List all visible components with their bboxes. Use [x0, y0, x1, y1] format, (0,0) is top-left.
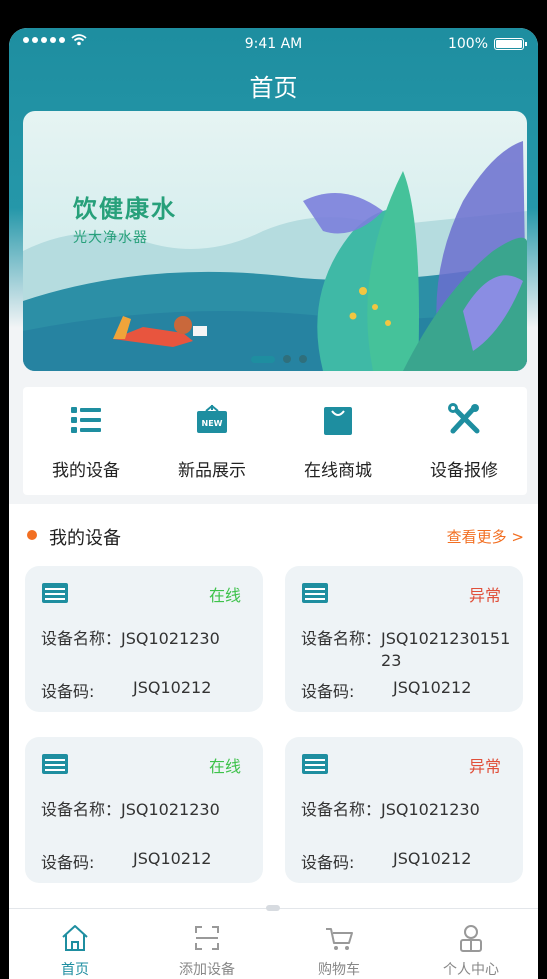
- device-code-value: JSQ10212: [133, 849, 212, 868]
- device-name-value: JSQ1021230: [121, 629, 220, 648]
- quick-action-label: 新品展示: [178, 461, 246, 481]
- device-status: 异常: [468, 757, 501, 776]
- device-code-label: 设备码:: [41, 682, 95, 701]
- device-icon: [302, 754, 328, 774]
- home-indicator: [266, 905, 280, 911]
- quick-action-label: 我的设备: [52, 461, 120, 481]
- carousel-indicator[interactable]: [251, 355, 307, 363]
- battery-percent: 100%: [447, 36, 488, 52]
- page-title: 首页: [249, 74, 298, 102]
- tab-label: 个人中心: [443, 962, 499, 978]
- quick-action-repair[interactable]: 设备报修: [401, 387, 527, 495]
- home-icon: [62, 925, 88, 951]
- device-code-label: 设备码:: [301, 853, 355, 872]
- quick-action-online-store[interactable]: 在线商城: [275, 387, 401, 495]
- device-name-label: 设备名称：: [41, 800, 122, 819]
- tab-add-device[interactable]: 添加设备: [141, 909, 273, 979]
- section-header: 我的设备 查看更多 >: [9, 504, 538, 560]
- device-icon: [42, 583, 68, 603]
- quick-action-label: 在线商城: [304, 461, 372, 481]
- device-icon: [42, 754, 68, 774]
- tab-label: 添加设备: [179, 962, 235, 978]
- device-name-label: 设备名称：: [301, 629, 382, 648]
- user-icon: [460, 925, 482, 952]
- view-more-link[interactable]: 查看更多 >: [447, 526, 524, 547]
- quick-action-my-devices[interactable]: 我的设备: [23, 387, 149, 495]
- device-card[interactable]: 异常 设备名称：JSQ102123015123 设备码: JSQ10212: [285, 566, 523, 712]
- banner-subtitle: 光大净水器: [73, 230, 148, 246]
- device-card[interactable]: 在线 设备名称：JSQ1021230 设备码: JSQ10212: [25, 737, 263, 883]
- my-devices-section: 我的设备 查看更多 > 在线 设备名称：JSQ1021230 设备码: JSQ10…: [9, 504, 538, 924]
- device-name-label: 设备名称：: [301, 800, 382, 819]
- bottom-tab-bar: 首页 添加设备 购物车 个人中心: [9, 908, 538, 979]
- device-name-value: JSQ1021230: [121, 800, 220, 819]
- carousel-dot-active[interactable]: [251, 355, 275, 363]
- device-code-value: JSQ10212: [393, 849, 472, 868]
- banner-title: 饮健康水: [73, 195, 177, 223]
- scan-icon: [195, 926, 219, 950]
- device-icon: [302, 583, 328, 603]
- carousel-dot[interactable]: [299, 355, 307, 363]
- device-code-value: JSQ10212: [133, 678, 212, 697]
- phone-screen: 9:41 AM 100% 首页 饮健康水 光大净水器 我的设备 NEW 新品展示…: [9, 28, 538, 979]
- device-status: 异常: [468, 586, 501, 605]
- quick-action-label: 设备报修: [430, 461, 498, 481]
- device-code-value: JSQ10212: [393, 678, 472, 697]
- device-status: 在线: [208, 757, 241, 776]
- tab-profile[interactable]: 个人中心: [405, 909, 537, 979]
- section-dot: [27, 530, 37, 540]
- quick-actions: 我的设备 NEW 新品展示 在线商城 设备报修: [23, 387, 527, 495]
- device-name-label: 设备名称：: [41, 629, 122, 648]
- device-card[interactable]: 异常 设备名称：JSQ1021230 设备码: JSQ10212: [285, 737, 523, 883]
- device-code-label: 设备码:: [301, 682, 355, 701]
- shopping-bag-icon: [324, 407, 352, 435]
- device-name-value: JSQ1021230: [381, 800, 480, 819]
- cart-icon: [326, 928, 353, 950]
- status-bar: 9:41 AM 100%: [9, 34, 538, 56]
- device-name-value: JSQ102123015123: [381, 629, 511, 670]
- section-title: 我的设备: [49, 528, 121, 549]
- tab-home[interactable]: 首页: [9, 909, 141, 979]
- banner-carousel[interactable]: 饮健康水 光大净水器: [23, 111, 527, 371]
- battery-icon: [494, 38, 527, 50]
- carousel-dot[interactable]: [283, 355, 291, 363]
- tools-icon: [448, 403, 480, 434]
- list-icon: [71, 407, 101, 433]
- quick-action-new-products[interactable]: NEW 新品展示: [149, 387, 275, 495]
- device-code-label: 设备码:: [41, 853, 95, 872]
- tab-cart[interactable]: 购物车: [273, 909, 405, 979]
- device-card[interactable]: 在线 设备名称：JSQ1021230 设备码: JSQ10212: [25, 566, 263, 712]
- device-status: 在线: [208, 586, 241, 605]
- svg-text:NEW: NEW: [202, 419, 223, 428]
- tab-label: 首页: [61, 962, 89, 978]
- tab-label: 购物车: [318, 962, 360, 978]
- new-icon: NEW: [197, 404, 227, 433]
